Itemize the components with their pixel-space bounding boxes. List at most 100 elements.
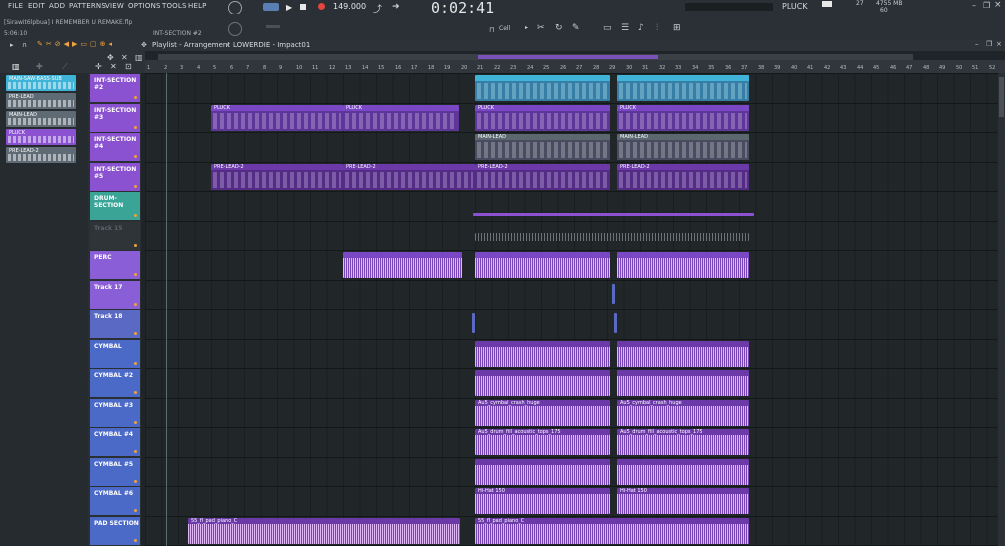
audio-clip[interactable]: 55_fl_pad_piano_C <box>475 518 749 544</box>
timeline-ruler[interactable]: 1 2 3 4 5 6 7 8 9 10 11 12 13 14 15 16 17 18 19 20 21 22 23 24 2… <box>145 60 1005 73</box>
channel-rack-icon[interactable]: ☰ <box>621 23 629 33</box>
snap-magnet-icon[interactable]: ⊓ <box>489 26 494 34</box>
pattern-clip[interactable] <box>617 75 749 101</box>
playlist-menu-arrow-icon[interactable]: ▸ <box>10 41 14 49</box>
picker-pattern[interactable]: MAIN-LEAD <box>6 111 76 127</box>
menu-view[interactable]: VIEW <box>105 2 124 10</box>
audio-clip[interactable]: Au5_cymbal_crash_huge <box>475 400 610 426</box>
zoom-move-icon[interactable]: ✥ <box>107 53 114 62</box>
track-settings-icon[interactable]: ⊡ <box>125 62 132 71</box>
track-remove-icon[interactable]: ✕ <box>110 62 117 71</box>
playlist-minimize-icon[interactable]: – <box>975 40 979 48</box>
track-header[interactable]: Track 18 <box>90 310 140 338</box>
menu-options[interactable]: OPTIONS <box>128 2 161 10</box>
track-add-icon[interactable]: ✛ <box>95 62 102 71</box>
mute-led-icon[interactable] <box>134 273 137 276</box>
track-header[interactable]: CYMBAL #3 <box>90 399 140 427</box>
picker-icon[interactable]: ▥ <box>12 62 20 71</box>
mute-led-icon[interactable] <box>134 509 137 512</box>
playlist-restore-icon[interactable]: ❐ <box>986 40 992 48</box>
overview-thumb[interactable] <box>478 55 658 59</box>
pattern-clip[interactable]: PLUCK <box>475 105 610 131</box>
browser-icon[interactable]: ⊞ <box>673 23 681 33</box>
automation-clip[interactable] <box>475 233 749 241</box>
tempo-slider[interactable] <box>266 25 280 28</box>
mute-led-icon[interactable] <box>134 421 137 424</box>
track-header[interactable]: CYMBAL <box>90 340 140 368</box>
mute-led-icon[interactable] <box>134 450 137 453</box>
audio-clip[interactable] <box>475 370 610 396</box>
track-header[interactable]: INT-SECTION #2 <box>90 74 140 102</box>
tempo-display[interactable]: 149.000 <box>333 2 366 11</box>
audio-clip[interactable] <box>343 252 462 278</box>
audio-clip[interactable] <box>617 370 749 396</box>
pattern-clip[interactable]: PRE-LEAD-2 <box>475 164 610 190</box>
short-clip[interactable] <box>614 313 617 333</box>
mute-led-icon[interactable] <box>134 244 137 247</box>
track-header[interactable]: INT-SECTION #3 <box>90 104 140 132</box>
pattern-clip[interactable]: PLUCK <box>617 105 749 131</box>
playlist-close-icon[interactable]: × <box>996 40 1002 48</box>
restore-icon[interactable]: ❐ <box>983 1 990 10</box>
audio-clip[interactable] <box>475 459 610 485</box>
track-header[interactable]: INT-SECTION #4 <box>90 133 140 161</box>
track-header[interactable]: CYMBAL #2 <box>90 369 140 397</box>
piano-roll-icon[interactable]: ♪ <box>638 23 644 33</box>
mute-led-icon[interactable] <box>134 391 137 394</box>
menu-tools[interactable]: TOOLS <box>162 2 187 10</box>
track-header[interactable]: PERC <box>90 251 140 279</box>
snap-arrow-icon[interactable]: ▸ <box>525 24 528 31</box>
magnet-icon[interactable]: ∩ <box>22 41 27 49</box>
short-clip[interactable] <box>472 313 475 333</box>
loop-icon[interactable]: ↻ <box>555 23 563 33</box>
close-x-icon[interactable]: ✕ <box>121 53 128 62</box>
cut-icon[interactable]: ✂ <box>537 23 545 33</box>
track-header[interactable]: INT-SECTION #5 <box>90 163 140 191</box>
paint-tool-icon[interactable]: ✎ <box>572 23 580 33</box>
picker-pattern[interactable]: PLUCK <box>6 129 76 145</box>
menu-patterns[interactable]: PATTERNS <box>69 2 106 10</box>
audio-clip[interactable] <box>475 341 610 367</box>
menu-help[interactable]: HELP <box>188 2 207 10</box>
pattern-clip[interactable] <box>475 75 610 101</box>
record-icon[interactable] <box>318 3 325 10</box>
audio-clip[interactable]: Hi-Hat 150 <box>475 488 610 514</box>
short-clip[interactable] <box>612 284 615 304</box>
mute-led-icon[interactable] <box>134 185 137 188</box>
track-header[interactable]: CYMBAL #6 <box>90 487 140 515</box>
menu-add[interactable]: ADD <box>49 2 65 10</box>
track-header[interactable]: Track 15 <box>90 222 140 250</box>
mute-led-icon[interactable] <box>134 155 137 158</box>
audio-clip[interactable] <box>617 341 749 367</box>
playlist-tool-icons[interactable]: ✎✂⊘◀▶▭▢⊕◂ <box>37 40 137 50</box>
playlist-window-icon[interactable]: ▭ <box>603 23 612 33</box>
add-icon[interactable]: ✚ <box>36 62 43 71</box>
picker-pattern[interactable]: PRE-LEAD-2 <box>6 147 76 163</box>
track-header[interactable]: PAD SECTION <box>90 517 140 545</box>
automation-clip[interactable] <box>473 213 754 216</box>
close-icon[interactable]: × <box>994 0 1002 10</box>
audio-clip[interactable] <box>617 459 749 485</box>
scrollbar-thumb[interactable] <box>999 77 1004 117</box>
mute-led-icon[interactable] <box>134 96 137 99</box>
pattern-clip[interactable]: PRE-LEAD-2 <box>343 164 475 190</box>
mute-led-icon[interactable] <box>134 126 137 129</box>
wait-input-icon[interactable]: ➜ <box>392 2 400 12</box>
track-header[interactable]: CYMBAL #5 <box>90 458 140 486</box>
audio-clip[interactable]: Au5_drum_fill_acoustic_tops_175 <box>617 429 749 455</box>
mute-led-icon[interactable] <box>134 303 137 306</box>
menu-file[interactable]: FILE <box>8 2 23 10</box>
mute-led-icon[interactable] <box>134 480 137 483</box>
piano-icon[interactable]: ▥ <box>135 53 143 62</box>
track-header[interactable]: CYMBAL #4 <box>90 428 140 456</box>
picker-pattern[interactable]: PRE-LEAD <box>6 93 76 109</box>
pattern-clip[interactable]: PLUCK <box>343 105 459 131</box>
playlist-move-icon[interactable]: ✥ <box>141 41 147 49</box>
audio-clip[interactable]: 55_fl_pad_piano_C <box>188 518 460 544</box>
pattern-clip[interactable]: MAIN-LEAD <box>475 134 610 160</box>
track-header[interactable]: DRUM-SECTION <box>90 192 140 220</box>
audio-clip[interactable]: Hi-Hat 150 <box>617 488 749 514</box>
pattern-clip[interactable]: PRE-LEAD-2 <box>211 164 343 190</box>
pencil-icon[interactable]: ⟋ <box>62 62 68 72</box>
mute-led-icon[interactable] <box>134 332 137 335</box>
